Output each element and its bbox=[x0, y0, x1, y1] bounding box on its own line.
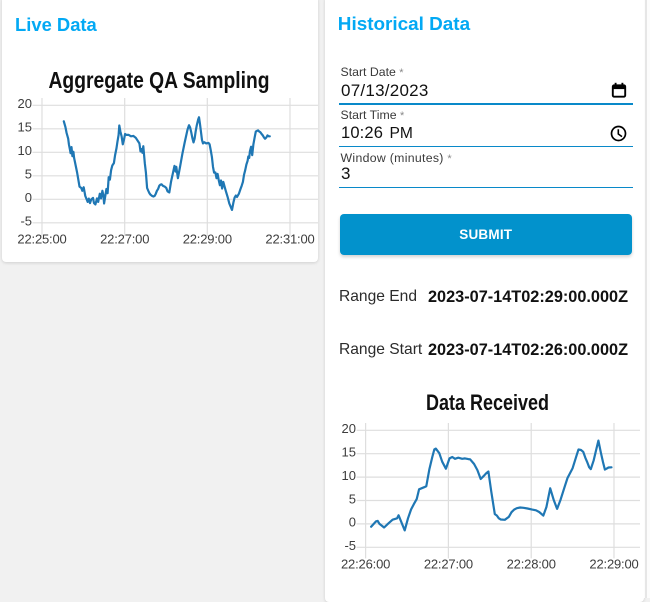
svg-text:22:29:00: 22:29:00 bbox=[589, 557, 638, 572]
svg-text:20: 20 bbox=[18, 96, 32, 111]
svg-text:20: 20 bbox=[342, 421, 356, 436]
svg-text:5: 5 bbox=[349, 491, 356, 506]
svg-text:Data Received: Data Received bbox=[426, 390, 549, 415]
svg-text:22:31:00: 22:31:00 bbox=[265, 232, 314, 247]
svg-text:0: 0 bbox=[349, 515, 356, 530]
svg-text:22:25:00: 22:25:00 bbox=[17, 232, 66, 247]
svg-text:5: 5 bbox=[25, 167, 32, 182]
svg-text:0: 0 bbox=[25, 190, 32, 205]
svg-text:15: 15 bbox=[18, 120, 32, 135]
svg-text:22:28:00: 22:28:00 bbox=[507, 557, 556, 572]
svg-text:Aggregate QA Sampling: Aggregate QA Sampling bbox=[49, 67, 270, 93]
svg-text:15: 15 bbox=[342, 445, 356, 460]
svg-text:22:26:00: 22:26:00 bbox=[341, 557, 390, 572]
svg-text:10: 10 bbox=[342, 468, 356, 483]
svg-text:-5: -5 bbox=[344, 538, 356, 553]
svg-text:22:27:00: 22:27:00 bbox=[100, 232, 149, 247]
svg-text:22:29:00: 22:29:00 bbox=[183, 232, 232, 247]
svg-text:10: 10 bbox=[18, 143, 32, 158]
svg-text:22:27:00: 22:27:00 bbox=[424, 557, 473, 572]
svg-text:-5: -5 bbox=[20, 214, 32, 229]
